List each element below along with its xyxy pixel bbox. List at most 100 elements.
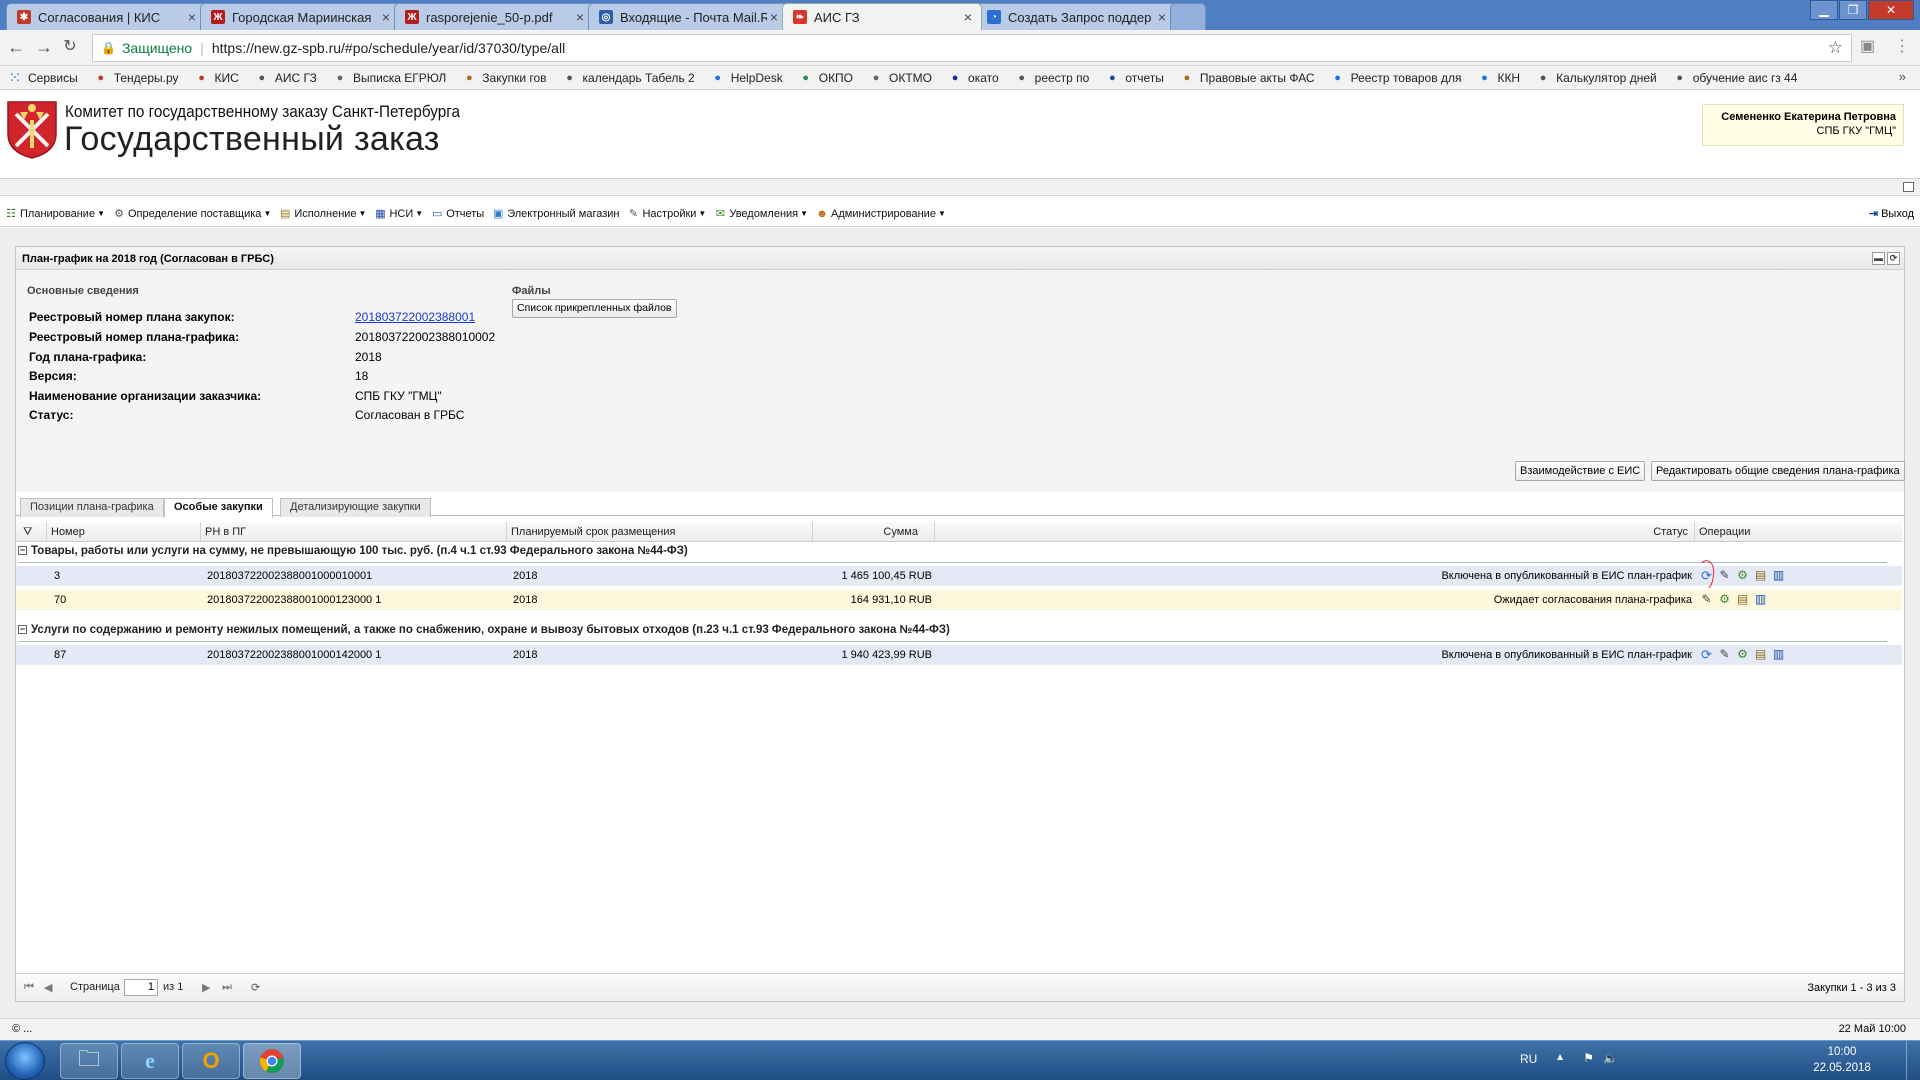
table-row[interactable]: 3 201803722002388001000010001 2018 1 465 10… — [16, 558, 1902, 592]
tab-close-icon[interactable]: × — [1155, 9, 1169, 25]
chart-icon[interactable]: ▥ — [1771, 568, 1786, 583]
last-page-icon[interactable]: ⏭ — [222, 981, 232, 994]
bookmark-item[interactable]: ● КИС — [195, 71, 239, 85]
maximize-icon[interactable]: ❐ — [1839, 0, 1867, 20]
bookmark-item[interactable]: ● ОКПО — [799, 71, 853, 85]
attached-files-button[interactable]: Список прикрепленных файлов — [512, 299, 677, 318]
gears-icon[interactable]: ⚙ — [1735, 647, 1750, 662]
menu-item[interactable]: ☷ Планирование ▼ — [4, 207, 105, 221]
browser-tab[interactable]: ◎ Входящие - Почта Mail.R × — [588, 3, 788, 30]
bookmark-item[interactable]: ● ККН — [1477, 71, 1520, 85]
new-tab-button[interactable] — [1170, 3, 1206, 30]
first-page-icon[interactable]: ⏮ — [24, 981, 34, 994]
menu-item[interactable]: ⚙ Определение поставщика ▼ — [112, 207, 271, 221]
edit-schedule-info-button[interactable]: Редактировать общие сведения плана-графи… — [1651, 461, 1905, 481]
menu-item[interactable]: ▦ НСИ ▼ — [373, 207, 423, 221]
collapse-header-icon[interactable] — [1903, 182, 1914, 192]
collapse-panel-icon[interactable]: ▬ — [1872, 252, 1885, 265]
user-box[interactable]: Семененко Екатерина Петровна СПБ ГКУ "ГМ… — [1702, 104, 1904, 146]
collapse-group-icon[interactable]: − — [18, 625, 27, 634]
browser-tab[interactable]: ❧ АИС ГЗ × — [782, 3, 982, 30]
minimize-icon[interactable]: ▁ — [1810, 0, 1838, 20]
menu-item[interactable]: ▤ Исполнение ▼ — [278, 207, 366, 221]
collapse-group-icon[interactable]: − — [18, 546, 27, 555]
menu-item[interactable]: ▭ Отчеты — [430, 207, 484, 221]
col-term[interactable]: Планируемый срок размещения — [507, 522, 813, 542]
ie-taskbar-icon[interactable]: e — [121, 1043, 179, 1079]
refresh-icon[interactable]: ⟳ — [1699, 647, 1714, 662]
tab-close-icon[interactable]: × — [185, 9, 199, 25]
doc-icon[interactable]: ▤ — [1753, 647, 1768, 662]
tray-expand-icon[interactable]: ▲ — [1555, 1052, 1565, 1063]
bookmark-item[interactable]: ● Закупки гов — [462, 71, 547, 85]
tab-close-icon[interactable]: × — [573, 9, 587, 25]
col-sum[interactable]: Сумма — [813, 522, 935, 542]
tab-special-purchases[interactable]: Особые закупки — [164, 498, 273, 518]
table-row[interactable]: 87 201803722002388001000142000 1 2018 1 940… — [16, 645, 1902, 665]
menu-item[interactable]: ▣ Электронный магазин — [491, 207, 619, 221]
close-window-icon[interactable]: ✕ — [1868, 0, 1914, 20]
eis-interaction-button[interactable]: Взаимодействие с ЕИС — [1515, 461, 1646, 481]
browser-tab[interactable]: ◔ Создать Запрос поддер × — [976, 3, 1176, 30]
edit-icon[interactable]: ✎ — [1717, 568, 1732, 583]
bookmark-item[interactable]: ● реестр по — [1015, 71, 1089, 85]
chrome-menu-icon[interactable]: ⋮ — [1894, 36, 1910, 56]
chart-icon[interactable]: ▥ — [1753, 592, 1768, 607]
group-header[interactable]: − Товары, работы или услуги на сумму, не … — [18, 545, 688, 557]
col-status[interactable]: Статус — [935, 522, 1695, 542]
language-indicator[interactable]: RU — [1520, 1052, 1550, 1066]
bookmark-item[interactable]: ● Реестр товаров для — [1331, 71, 1461, 85]
exit-button[interactable]: ⇥ Выход — [1869, 207, 1914, 221]
start-button[interactable] — [5, 1042, 45, 1080]
bookmark-item[interactable]: ● АИС ГЗ — [255, 71, 316, 85]
filter-icon[interactable]: ⛛ — [16, 522, 47, 542]
explorer-taskbar-icon[interactable]: 🗀 — [60, 1043, 118, 1079]
bookmark-item[interactable]: ● отчеты — [1105, 71, 1164, 85]
col-rn[interactable]: РН в ПГ — [201, 522, 507, 542]
bookmark-item[interactable]: ● окато — [948, 71, 999, 85]
bookmark-item[interactable]: ● Выписка ЕГРЮЛ — [333, 71, 447, 85]
doc-icon[interactable]: ▤ — [1735, 592, 1750, 607]
bookmark-item[interactable]: ● ОКТМО — [869, 71, 932, 85]
prev-page-icon[interactable]: ◀ — [44, 981, 52, 994]
chart-icon[interactable]: ▥ — [1771, 647, 1786, 662]
menu-item[interactable]: ✎ Настройки ▼ — [626, 207, 706, 221]
col-number[interactable]: Номер — [47, 522, 201, 542]
tab-close-icon[interactable]: × — [767, 9, 781, 25]
bookmarks-more-icon[interactable]: » — [1899, 69, 1906, 84]
menu-item[interactable]: ☻ Администрирование ▼ — [815, 207, 946, 220]
refresh-panel-icon[interactable]: ⟳ — [1887, 252, 1900, 265]
browser-tab[interactable]: ✱ Согласования | КИС × — [6, 3, 206, 30]
back-icon[interactable]: ← — [6, 38, 26, 56]
extension-icon[interactable]: ▣ — [1860, 36, 1875, 56]
outlook-taskbar-icon[interactable]: O — [182, 1043, 240, 1079]
tab-close-icon[interactable]: × — [379, 9, 393, 25]
edit-icon[interactable]: ✎ — [1717, 647, 1732, 662]
bookmark-item[interactable]: ● Калькулятор дней — [1536, 71, 1657, 85]
flag-icon[interactable]: ⚑ — [1583, 1051, 1594, 1065]
clock[interactable]: 10:00 22.05.2018 — [1812, 1044, 1872, 1076]
show-desktop-button[interactable] — [1906, 1041, 1920, 1080]
doc-icon[interactable]: ▤ — [1753, 568, 1768, 583]
bookmark-star-icon[interactable]: ☆ — [1828, 38, 1843, 58]
field-value[interactable]: 201803722002388001 — [355, 310, 475, 324]
table-row[interactable]: 70 201803722002388001000123000 1 2018 164 9… — [16, 590, 1902, 610]
tab-close-icon[interactable]: × — [961, 9, 975, 25]
url-input[interactable]: 🔒 Защищено | https://new.gz-spb.ru/#po/s… — [92, 34, 1852, 62]
refresh-grid-icon[interactable]: ⟳ — [251, 981, 260, 994]
bookmark-item[interactable]: ● Тендеры.ру — [94, 71, 178, 85]
edit-icon[interactable]: ✎ — [1699, 592, 1714, 607]
chrome-taskbar-icon[interactable] — [243, 1043, 301, 1079]
bookmark-item[interactable]: ● Правовые акты ФАС — [1180, 71, 1315, 85]
tab-detailing-purchases[interactable]: Детализирующие закупки — [280, 498, 431, 517]
menu-item[interactable]: ✉ Уведомления ▼ — [713, 207, 808, 221]
group-header[interactable]: − Услуги по содержанию и ремонту нежилых … — [18, 624, 950, 636]
bookmark-item[interactable]: ● календарь Табель 2 — [563, 71, 695, 85]
reload-icon[interactable]: ↻ — [60, 38, 80, 56]
page-input[interactable]: 1 — [124, 979, 158, 996]
forward-icon[interactable]: → — [34, 38, 54, 56]
next-page-icon[interactable]: ▶ — [202, 981, 210, 994]
browser-tab[interactable]: Жrasporejenie_50-p.pdf × — [394, 3, 594, 30]
bookmark-item[interactable]: ● HelpDesk — [711, 71, 782, 85]
browser-tab[interactable]: Ж Городская Мариинская × — [200, 3, 400, 30]
